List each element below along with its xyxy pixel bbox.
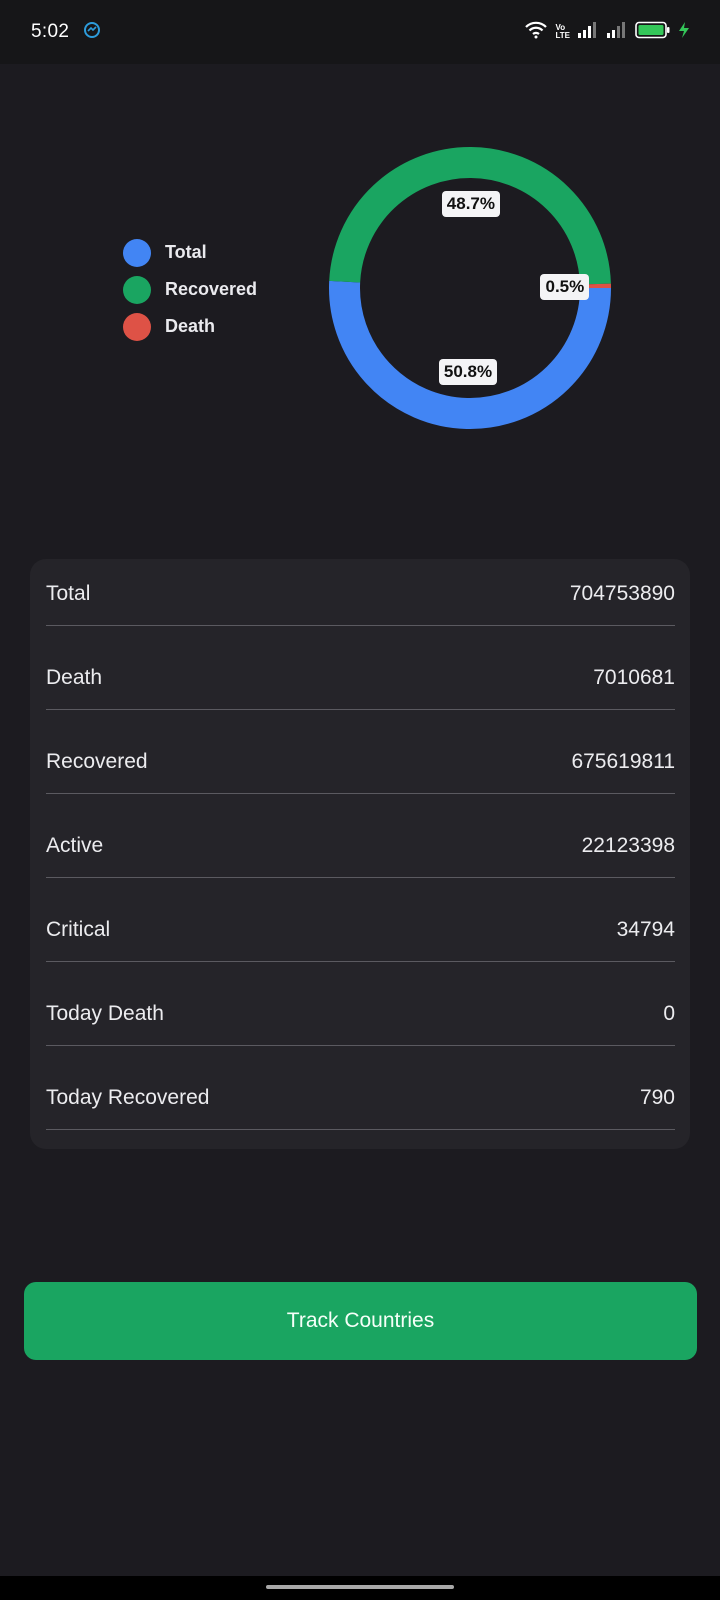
stat-value: 0 (663, 1001, 675, 1025)
track-countries-button[interactable]: Track Countries (24, 1282, 697, 1360)
signal-icon-sim2 (606, 21, 628, 44)
stat-row-today-recovered: Today Recovered 790 (46, 1068, 675, 1130)
status-right: Vo LTE (524, 20, 690, 45)
navigation-bar (0, 1576, 720, 1600)
stat-row-active: Active 22123398 (46, 816, 675, 878)
stat-value: 675619811 (571, 749, 675, 773)
status-left: 5:02 (31, 21, 101, 44)
signal-icon-sim1 (577, 21, 599, 44)
home-gesture-handle[interactable] (266, 1585, 454, 1589)
slice-label-death: 0.5% (540, 273, 590, 300)
stat-value: 34794 (616, 917, 675, 941)
stat-label: Today Death (46, 1001, 164, 1025)
volte-indicator: Vo LTE (555, 24, 570, 40)
stat-value: 790 (639, 1085, 675, 1109)
stat-value: 22123398 (581, 833, 675, 857)
charging-icon (678, 21, 690, 44)
stats-card: Total 704753890 Death 7010681 Recovered … (30, 559, 690, 1149)
stat-value: 7010681 (593, 665, 675, 689)
stat-label: Today Recovered (46, 1085, 210, 1109)
slice-recovered (329, 147, 611, 285)
slice-total (329, 280, 611, 429)
donut-chart (329, 147, 611, 429)
stat-value: 704753890 (569, 581, 675, 605)
battery-icon (635, 21, 671, 44)
stat-row-today-death: Today Death 0 (46, 984, 675, 1046)
stat-label: Recovered (46, 749, 148, 773)
status-time: 5:02 (31, 21, 70, 42)
stat-label: Critical (46, 917, 111, 941)
stat-label: Active (46, 833, 104, 857)
stat-row-critical: Critical 34794 (46, 900, 675, 962)
stat-row-total: Total 704753890 (46, 564, 675, 626)
slice-label-total: 50.8% (438, 358, 498, 385)
volte-bottom: LTE (555, 31, 570, 40)
wifi-icon (524, 20, 548, 45)
slice-label-recovered: 48.7% (441, 191, 500, 217)
messenger-notification-icon (83, 21, 101, 44)
chart-section: Total Recovered Death 50.8% 48.7% 0.5% (0, 64, 720, 534)
stat-row-death: Death 7010681 (46, 648, 675, 710)
stat-label: Death (46, 665, 103, 689)
status-bar: 5:02 Vo LTE (0, 0, 720, 64)
stat-label: Total (46, 581, 91, 605)
stat-row-recovered: Recovered 675619811 (46, 732, 675, 794)
